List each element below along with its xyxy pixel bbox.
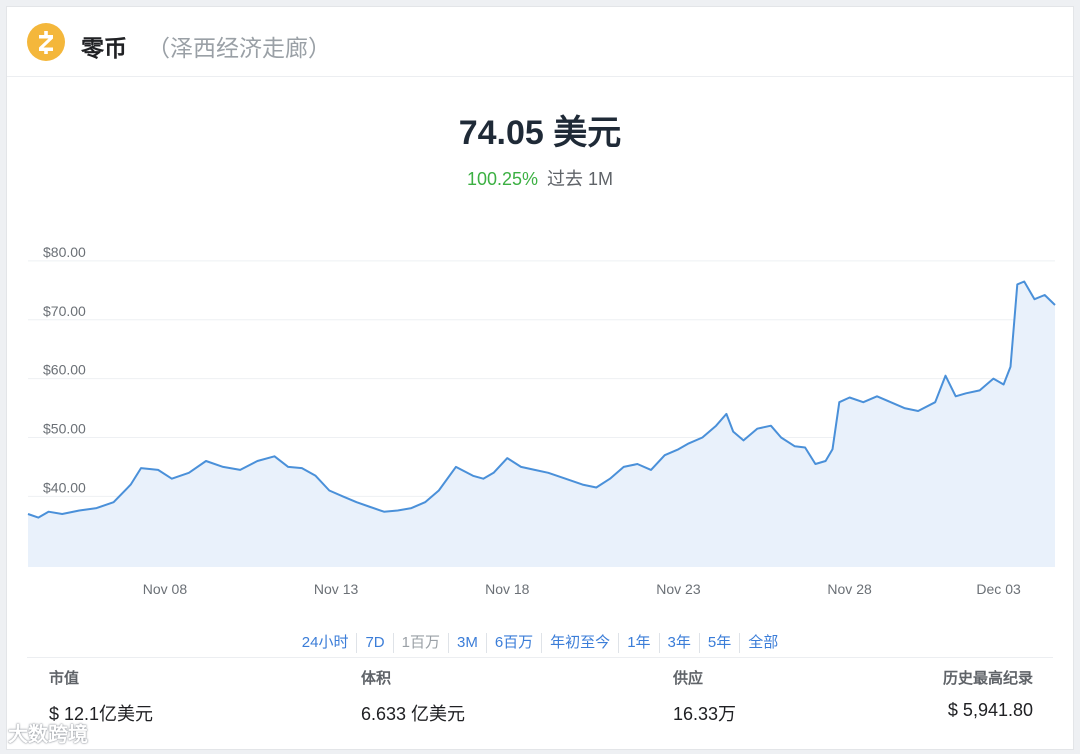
stat-supply: 供应 16.33万 — [673, 667, 736, 726]
stat-label: 体积 — [361, 670, 392, 687]
price-change: 100.25% 过去 1M — [7, 165, 1073, 191]
current-price: 74.05 美元 — [458, 114, 622, 152]
coin-name: 零币 — [81, 35, 127, 61]
stat-volume: 体积 6.633 亿美元 — [361, 667, 465, 726]
x-tick-label: Nov 18 — [485, 581, 530, 597]
watermark-logo: 大数跨境 — [8, 724, 88, 746]
stats-divider — [27, 657, 1053, 658]
stat-label: 历史最高纪录 — [942, 670, 1033, 687]
price-area-fill — [28, 281, 1055, 567]
stat-value: 16.33万 — [673, 704, 737, 724]
range-button[interactable]: 年初至今 — [541, 633, 618, 653]
x-tick-label: Nov 28 — [827, 581, 872, 597]
coin-card: 零币 （泽西经济走廊） 74.05 美元 100.25% 过去 1M $30.0… — [6, 6, 1074, 750]
range-button[interactable]: 6百万 — [485, 633, 541, 653]
y-tick-label: $60.00 — [43, 362, 86, 378]
y-tick-label: $50.00 — [43, 420, 86, 436]
x-tick-label: Nov 13 — [314, 581, 359, 597]
range-button[interactable]: 7D — [356, 633, 392, 653]
stat-label: 市值 — [49, 670, 80, 687]
range-button[interactable]: 1年 — [618, 633, 658, 653]
x-tick-label: Nov 23 — [656, 581, 701, 597]
time-range-selector: 24小时 7D 1百万 3M 6百万 年初至今 1年 3年 5年 全部 — [7, 633, 1073, 653]
range-button[interactable]: 24小时 — [294, 633, 357, 653]
y-tick-label: $70.00 — [43, 303, 86, 319]
y-tick-label: $80.00 — [43, 247, 86, 260]
y-tick-label: $40.00 — [43, 479, 86, 495]
range-button[interactable]: 5年 — [698, 633, 739, 653]
stat-label: 供应 — [673, 670, 704, 687]
range-button[interactable]: 3年 — [658, 633, 699, 653]
price-chart: $30.00$40.00$50.00$60.00$70.00$80.00Nov … — [27, 247, 1056, 597]
coin-subtitle: （泽西经济走廊） — [147, 35, 331, 61]
stat-value: $ 5,941.80 — [947, 700, 1033, 720]
coin-header: 零币 （泽西经济走廊） — [7, 7, 1073, 77]
range-button[interactable]: 3M — [447, 633, 486, 653]
stat-value: 6.633 亿美元 — [361, 704, 466, 724]
x-tick-label: Nov 08 — [143, 581, 188, 597]
x-tick-label: Dec 03 — [976, 581, 1021, 597]
range-button[interactable]: 全部 — [739, 633, 786, 653]
zcash-coin-icon — [27, 23, 65, 61]
stat-all-time-high: 历史最高纪录 $ 5,941.80 — [943, 667, 1033, 721]
range-button[interactable]: 1百万 — [392, 633, 448, 653]
change-percent: 100.25% — [466, 169, 539, 189]
change-period: 过去 1M — [547, 169, 614, 189]
